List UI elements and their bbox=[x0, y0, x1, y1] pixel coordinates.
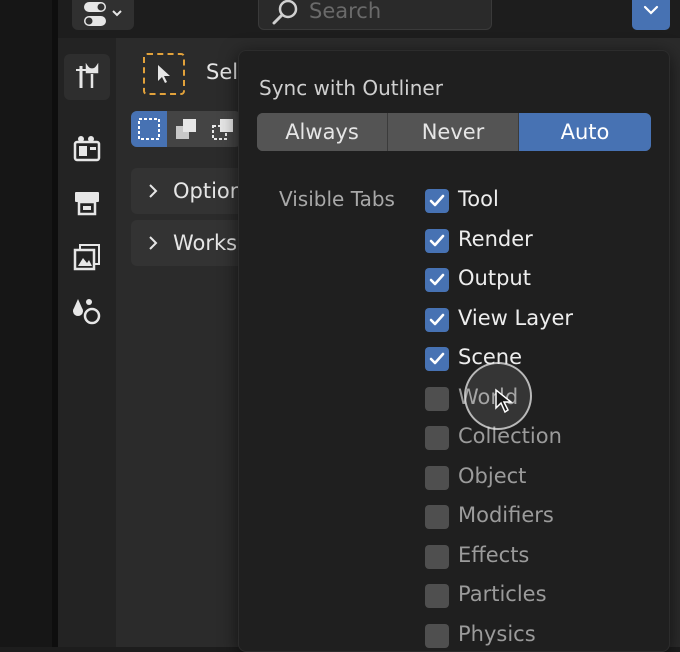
visible-tabs-popup: Sync with Outliner Always Never Auto Vis… bbox=[238, 50, 670, 652]
panel-options[interactable]: Option bbox=[131, 168, 251, 214]
tab-render[interactable] bbox=[64, 126, 110, 172]
box-select-icon bbox=[138, 118, 160, 140]
sync-mode-segmented-control: Always Never Auto bbox=[257, 113, 651, 151]
checkbox-physics[interactable] bbox=[425, 623, 449, 648]
checkbox-render[interactable] bbox=[425, 228, 449, 253]
visible-tab-label: Effects bbox=[458, 542, 530, 567]
checkmark-icon bbox=[429, 313, 445, 325]
sync-always-button[interactable]: Always bbox=[257, 113, 387, 151]
output-icon bbox=[75, 192, 99, 216]
visible-tabs-dropdown-button[interactable] bbox=[632, 0, 670, 30]
checkbox-output[interactable] bbox=[425, 268, 449, 292]
checkbox-view-layer[interactable] bbox=[425, 307, 449, 332]
tab-tool[interactable] bbox=[64, 54, 110, 100]
sync-with-outliner-label: Sync with Outliner bbox=[259, 76, 443, 100]
checkbox-object[interactable] bbox=[425, 465, 449, 490]
subtract-select-icon bbox=[212, 119, 233, 140]
tab-view-layer[interactable] bbox=[64, 234, 110, 280]
render-icon bbox=[73, 136, 101, 162]
visible-tab-label: Particles bbox=[458, 582, 547, 606]
selection-mode-group bbox=[131, 111, 241, 147]
checkbox-collection[interactable] bbox=[425, 426, 449, 450]
panel-options-label: Option bbox=[173, 179, 244, 203]
checkmark-icon bbox=[429, 273, 445, 286]
checkbox-effects[interactable] bbox=[425, 544, 449, 569]
select-subtract-mode-button[interactable] bbox=[205, 111, 241, 147]
sync-never-button[interactable]: Never bbox=[388, 113, 518, 151]
visible-tab-label: Object bbox=[458, 463, 527, 488]
visible-tab-label: Tool bbox=[458, 187, 499, 211]
active-tool-label: Sel bbox=[206, 60, 239, 84]
view-layer-icon bbox=[73, 244, 100, 271]
visible-tabs-label: Visible Tabs bbox=[279, 187, 395, 211]
active-tool-select-button[interactable] bbox=[143, 53, 185, 95]
properties-editor-icon bbox=[84, 2, 122, 26]
panel-workspace-label: Works bbox=[173, 231, 238, 255]
visible-tab-label: Physics bbox=[458, 621, 536, 646]
chevron-down-icon bbox=[643, 5, 659, 15]
cursor-highlight bbox=[464, 362, 532, 430]
select-extend-mode-button[interactable] bbox=[168, 111, 204, 147]
checkbox-tool[interactable] bbox=[425, 189, 449, 213]
visible-tab-label: Output bbox=[458, 266, 531, 290]
search-input[interactable]: Search bbox=[258, 0, 492, 30]
checkbox-scene[interactable] bbox=[425, 347, 449, 371]
tool-icon bbox=[76, 62, 99, 88]
tab-output[interactable] bbox=[64, 180, 110, 226]
visible-tab-label: Render bbox=[458, 226, 533, 251]
checkmark-icon bbox=[429, 194, 445, 207]
checkbox-modifiers[interactable] bbox=[425, 505, 449, 529]
window-edge-strip bbox=[0, 0, 58, 647]
chevron-right-icon bbox=[149, 184, 158, 198]
panel-workspace[interactable]: Works bbox=[131, 220, 251, 266]
extend-select-icon bbox=[176, 119, 196, 139]
tab-scene[interactable] bbox=[64, 288, 110, 334]
sync-auto-button[interactable]: Auto bbox=[519, 113, 651, 151]
checkmark-icon bbox=[429, 234, 445, 246]
select-box-mode-button[interactable] bbox=[131, 111, 167, 147]
checkbox-particles[interactable] bbox=[425, 584, 449, 608]
mouse-pointer-icon bbox=[495, 388, 514, 414]
checkmark-icon bbox=[429, 352, 445, 365]
checkbox-world[interactable] bbox=[425, 386, 449, 411]
visible-tab-label: View Layer bbox=[458, 305, 574, 330]
visible-tab-label: Modifiers bbox=[458, 503, 554, 527]
search-icon bbox=[272, 0, 298, 25]
search-placeholder: Search bbox=[309, 0, 382, 23]
chevron-right-icon bbox=[149, 236, 158, 250]
properties-tabs-column bbox=[58, 38, 116, 647]
editor-type-button[interactable] bbox=[72, 0, 134, 30]
cursor-arrow-icon bbox=[158, 65, 170, 83]
scene-icon bbox=[73, 299, 101, 325]
